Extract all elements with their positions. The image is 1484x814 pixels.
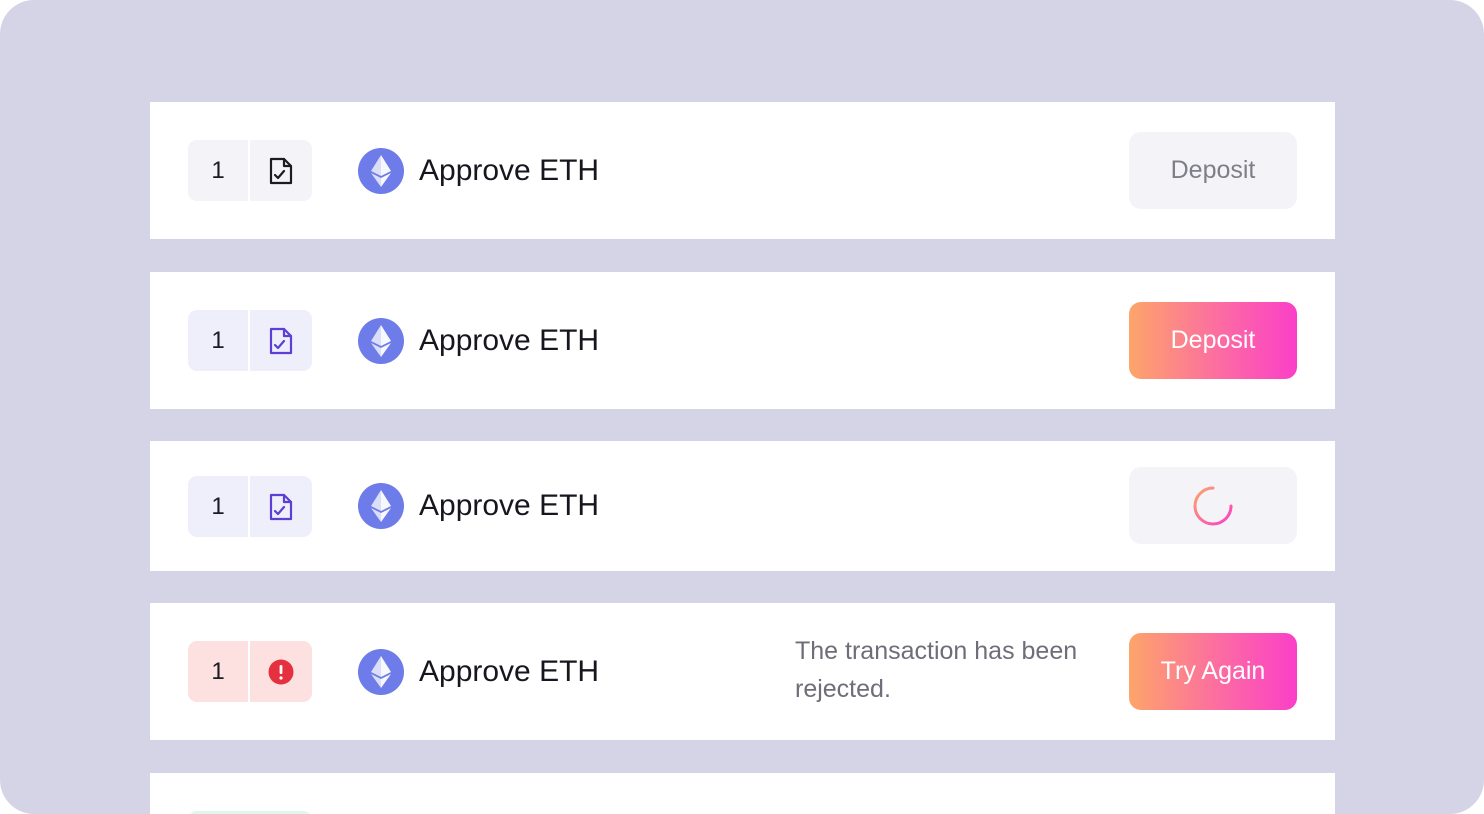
- step-number: 1: [211, 657, 225, 685]
- step-indicator: 1: [188, 310, 312, 371]
- transaction-row-loading: 1 Approve ETH: [150, 441, 1335, 571]
- eth-icon: [358, 649, 404, 695]
- spinner-icon: [1193, 486, 1233, 525]
- transaction-row-error: 1 Approve ETH The transaction has been r…: [150, 603, 1335, 740]
- step-number: 1: [211, 156, 225, 184]
- error-icon: [250, 641, 312, 702]
- row-title: Approve ETH: [419, 324, 600, 357]
- eth-icon: [358, 148, 404, 194]
- deposit-button[interactable]: Deposit: [1129, 132, 1297, 209]
- eth-icon: [358, 483, 404, 529]
- deposit-button[interactable]: Deposit: [1129, 302, 1297, 379]
- step-number: 1: [211, 492, 225, 520]
- transaction-row-disabled: 1 Approve ETH Deposit: [150, 102, 1335, 239]
- row-title: Approve ETH: [419, 154, 600, 187]
- transaction-row-partial: [150, 773, 1335, 814]
- file-check-icon: [250, 476, 312, 537]
- step-indicator: 1: [188, 476, 312, 537]
- step-number: 1: [211, 326, 225, 354]
- file-check-icon: [250, 140, 312, 201]
- canvas: 1 Approve ETH Deposit 1 Approve ETH Depo…: [0, 0, 1484, 814]
- file-check-icon: [250, 310, 312, 371]
- transaction-row-active: 1 Approve ETH Deposit: [150, 272, 1335, 409]
- loading-button[interactable]: [1129, 467, 1297, 544]
- error-message: The transaction has been rejected.: [795, 637, 1078, 703]
- step-indicator: 1: [188, 641, 312, 702]
- eth-icon: [358, 318, 404, 364]
- step-indicator: 1: [188, 140, 312, 201]
- try-again-button[interactable]: Try Again: [1129, 633, 1297, 710]
- row-title: Approve ETH: [419, 655, 600, 688]
- row-title: Approve ETH: [419, 489, 600, 522]
